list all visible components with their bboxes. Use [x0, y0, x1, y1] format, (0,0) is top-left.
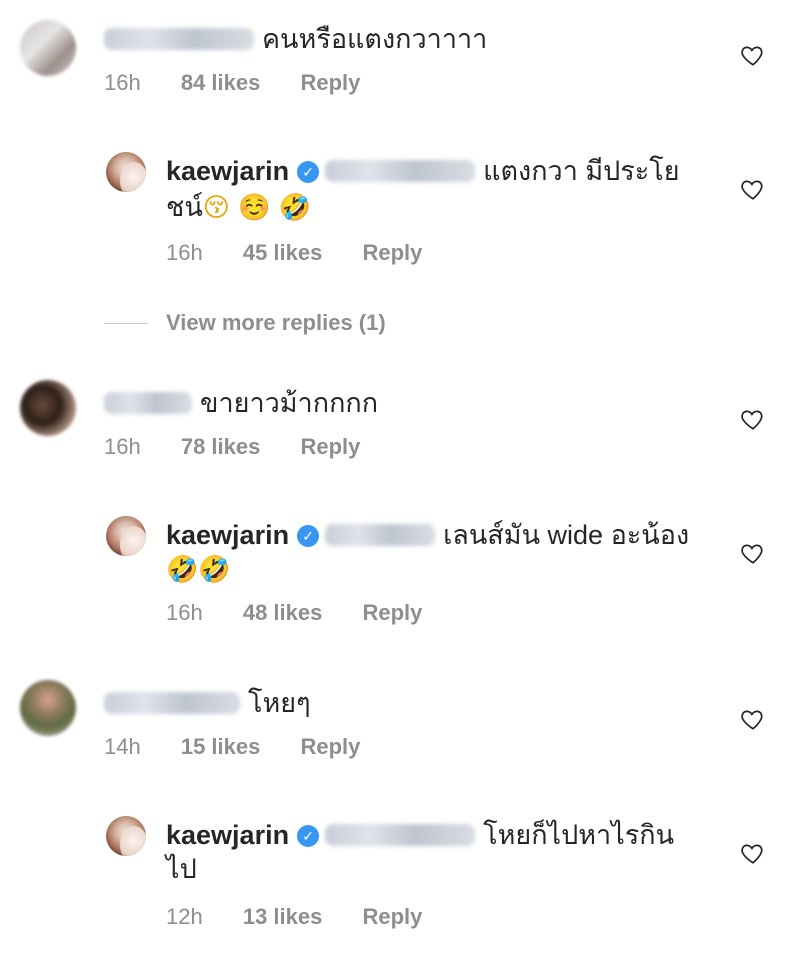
- reply-text-line: ไป: [166, 852, 197, 886]
- likes-count[interactable]: 13 likes: [243, 904, 323, 929]
- blurred-mention[interactable]: [325, 524, 436, 546]
- reply-text-line: kaewjarin ✓ แตงกวา มีประโย: [166, 154, 680, 188]
- reply-button[interactable]: Reply: [300, 734, 360, 759]
- comment-meta: 16h 84 likes Reply: [104, 70, 394, 96]
- verified-badge-icon: ✓: [297, 525, 320, 547]
- comment-text-line: ขายาวม้ากกกก: [104, 386, 378, 420]
- comment-time: 16h: [104, 70, 141, 95]
- heart-icon[interactable]: [740, 540, 766, 566]
- username[interactable]: kaewjarin: [166, 156, 289, 186]
- comment-meta: 16h 48 likes Reply: [166, 600, 456, 626]
- reply-button[interactable]: Reply: [362, 600, 422, 625]
- comment-meta: 12h 13 likes Reply: [166, 904, 456, 930]
- verified-badge-icon: ✓: [297, 161, 320, 183]
- comment-text: ขายาวม้ากกกก: [200, 388, 379, 418]
- comment-text-line: โหยๆ: [104, 686, 311, 720]
- likes-count[interactable]: 45 likes: [243, 240, 323, 265]
- emoji-text: 🤣🤣: [166, 555, 231, 585]
- reply-button[interactable]: Reply: [362, 904, 422, 929]
- blurred-mention[interactable]: [325, 160, 476, 182]
- view-more-replies-label[interactable]: View more replies (1): [166, 310, 386, 336]
- blurred-username[interactable]: [104, 392, 192, 414]
- reply-text-line: kaewjarin ✓ โหยก็ไปหาไรกิน: [166, 818, 674, 852]
- avatar[interactable]: [106, 152, 146, 192]
- comment-time: 16h: [104, 434, 141, 459]
- comment-text: คนหรือแตงกวาาาา: [262, 24, 488, 54]
- reply-text: โหยก็ไปหาไรกิน: [483, 820, 675, 850]
- reply-button[interactable]: Reply: [300, 70, 360, 95]
- heart-icon[interactable]: [740, 706, 766, 732]
- verified-badge-icon: ✓: [297, 825, 320, 847]
- comment-time: 12h: [166, 904, 203, 929]
- username[interactable]: kaewjarin: [166, 520, 289, 550]
- avatar[interactable]: [20, 380, 76, 436]
- divider: [104, 322, 148, 324]
- comment-text: โหยๆ: [248, 688, 311, 718]
- username[interactable]: kaewjarin: [166, 820, 289, 850]
- heart-icon[interactable]: [740, 176, 766, 202]
- view-more-replies[interactable]: View more replies (1): [104, 310, 386, 336]
- avatar[interactable]: [20, 680, 76, 736]
- avatar[interactable]: [20, 20, 76, 76]
- blurred-username[interactable]: [104, 692, 240, 714]
- reply-text-line: kaewjarin ✓ เลนส์มัน wide อะน้อง: [166, 518, 689, 552]
- likes-count[interactable]: 78 likes: [181, 434, 261, 459]
- comment-meta: 14h 15 likes Reply: [104, 734, 394, 760]
- reply-text: แตงกวา มีประโย: [483, 156, 680, 186]
- heart-icon[interactable]: [740, 840, 766, 866]
- reply-text-line: 🤣🤣: [166, 552, 231, 587]
- comment-time: 16h: [166, 600, 203, 625]
- heart-icon[interactable]: [740, 406, 766, 432]
- reply-text: ชน์: [166, 192, 203, 222]
- reply-text: เลนส์มัน wide อะน้อง: [443, 520, 690, 550]
- comment-meta: 16h 78 likes Reply: [104, 434, 394, 460]
- avatar[interactable]: [106, 816, 146, 856]
- comment-time: 14h: [104, 734, 141, 759]
- blurred-username[interactable]: [104, 28, 254, 50]
- avatar[interactable]: [106, 516, 146, 556]
- reply-text: ไป: [166, 854, 197, 884]
- likes-count[interactable]: 48 likes: [243, 600, 323, 625]
- likes-count[interactable]: 15 likes: [181, 734, 261, 759]
- comment-meta: 16h 45 likes Reply: [166, 240, 456, 266]
- comment-text-line: คนหรือแตงกวาาาา: [104, 22, 487, 56]
- heart-icon[interactable]: [740, 42, 766, 68]
- reply-text-line: ชน์😚 ☺️ 🤣: [166, 190, 311, 225]
- reply-button[interactable]: Reply: [362, 240, 422, 265]
- blurred-mention[interactable]: [325, 824, 476, 846]
- likes-count[interactable]: 84 likes: [181, 70, 261, 95]
- comment-time: 16h: [166, 240, 203, 265]
- reply-button[interactable]: Reply: [300, 434, 360, 459]
- emoji-text: 😚 ☺️ 🤣: [202, 193, 312, 223]
